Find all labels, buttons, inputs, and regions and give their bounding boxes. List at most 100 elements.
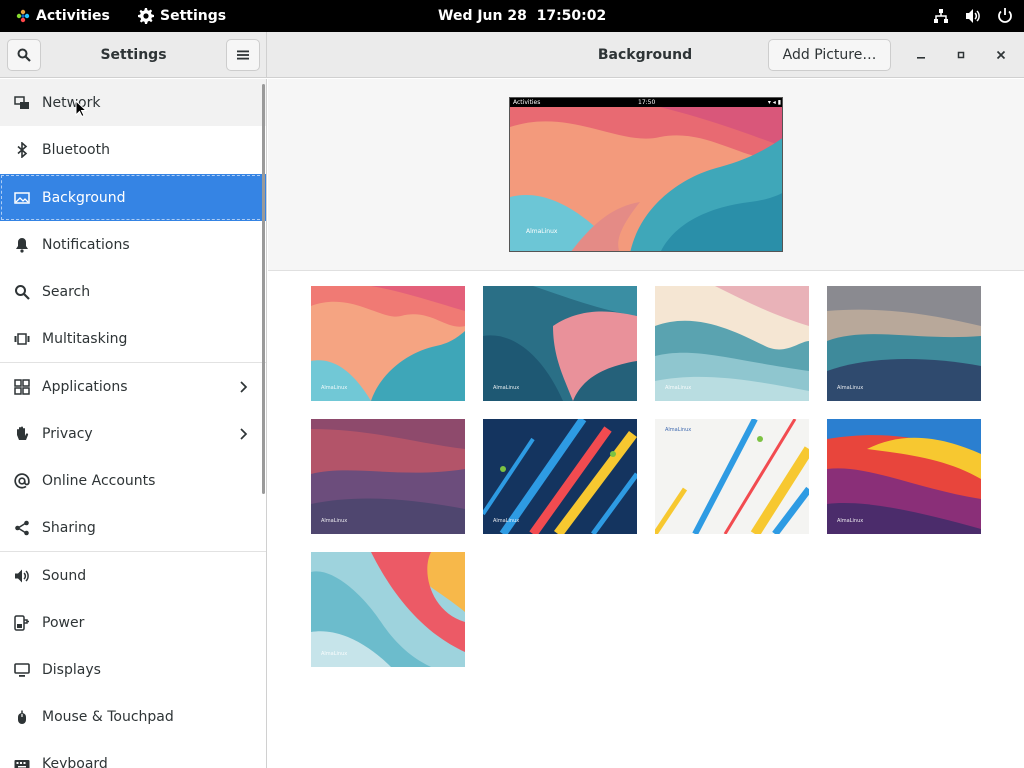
wallpaper-thumbnail[interactable]: AlmaLinux (827, 286, 981, 401)
preview-top-bar: Activities 17:50 ▾ ◂ ▮ (510, 98, 782, 107)
wallpaper-thumbnail[interactable]: AlmaLinux (827, 419, 981, 534)
app-menu[interactable]: Settings (138, 0, 226, 32)
wallpaper-thumbnail[interactable]: AlmaLinux (655, 286, 809, 401)
search-icon (13, 283, 30, 300)
wallpaper-image (311, 419, 465, 534)
power-plug-icon (13, 614, 30, 631)
wallpaper-logo-text: AlmaLinux (493, 385, 520, 391)
header-bar: Settings Background Add Picture… (0, 32, 1024, 78)
sidebar-item-label: Power (42, 614, 85, 631)
current-background-area: Activities 17:50 ▾ ◂ ▮ AlmaLinux (268, 79, 1024, 271)
sidebar-item-online-accounts[interactable]: Online Accounts (0, 457, 266, 504)
sidebar-item-label: Mouse & Touchpad (42, 708, 174, 725)
preview-tray-icons: ▾ ◂ ▮ (767, 99, 781, 106)
sidebar-scrollbar[interactable] (262, 84, 265, 494)
top-bar: Activities Settings Wed Jun 28 17:50:02 (0, 0, 1024, 32)
maximize-button[interactable] (949, 43, 973, 67)
speaker-icon (13, 567, 30, 584)
add-picture-button[interactable]: Add Picture… (768, 39, 891, 71)
mouse-icon (13, 708, 30, 725)
wallpaper-thumbnail[interactable]: AlmaLinux (655, 419, 809, 534)
keyboard-icon (13, 755, 30, 768)
wallpaper-thumbnail[interactable]: AlmaLinux (483, 286, 637, 401)
wallpaper-logo-text: AlmaLinux (665, 427, 692, 433)
sidebar-item-label: Applications (42, 378, 128, 395)
sidebar-item-mouse-touchpad[interactable]: Mouse & Touchpad (0, 693, 266, 740)
sidebar-item-label: Notifications (42, 236, 130, 253)
wallpaper-logo-text: AlmaLinux (665, 385, 692, 391)
network-wired-icon (934, 9, 948, 23)
wallpaper-thumbnail[interactable]: AlmaLinux (483, 419, 637, 534)
wallpaper-image (483, 419, 637, 534)
volume-icon (966, 9, 980, 23)
sidebar-item-multitasking[interactable]: Multitasking (0, 315, 266, 362)
settings-window: Settings Background Add Picture… Network… (0, 32, 1024, 768)
share-icon (13, 519, 30, 536)
preview-logo-text: AlmaLinux (526, 228, 558, 235)
sidebar-item-power[interactable]: Power (0, 599, 266, 646)
search-button[interactable] (7, 39, 41, 71)
wallpaper-image (483, 286, 637, 401)
wallpaper-image (827, 286, 981, 401)
clock[interactable]: Wed Jun 28 17:50:02 (438, 0, 606, 32)
wallpaper-logo-text: AlmaLinux (837, 385, 864, 391)
search-icon (17, 48, 31, 62)
maximize-icon (957, 51, 965, 59)
wallpaper-image (311, 286, 465, 401)
sidebar-item-label: Online Accounts (42, 472, 156, 489)
wallpaper-logo-text: AlmaLinux (321, 518, 348, 524)
sidebar-item-label: Keyboard (42, 755, 108, 768)
sidebar-item-privacy[interactable]: Privacy (0, 410, 266, 457)
at-icon (13, 472, 30, 489)
sidebar-item-sound[interactable]: Sound (0, 552, 266, 599)
sidebar-item-search[interactable]: Search (0, 268, 266, 315)
bell-icon (13, 236, 30, 253)
sidebar-item-notifications[interactable]: Notifications (0, 221, 266, 268)
power-icon (998, 8, 1012, 23)
primary-menu-button[interactable] (226, 39, 260, 71)
wallpaper-image (655, 419, 809, 534)
sidebar-item-keyboard[interactable]: Keyboard (0, 740, 266, 768)
wallpaper-thumbnail[interactable]: AlmaLinux (311, 419, 465, 534)
wallpaper-logo-text: AlmaLinux (493, 518, 520, 524)
wallpaper-image (311, 552, 465, 667)
wallpaper-thumbnail[interactable]: AlmaLinux (311, 552, 465, 667)
sidebar-item-label: Displays (42, 661, 101, 678)
preview-activities-label: Activities (513, 99, 541, 106)
sidebar-item-background[interactable]: Background (0, 174, 266, 221)
app-name: Settings (160, 8, 227, 24)
page-title: Background (597, 47, 693, 63)
sidebar-item-network[interactable]: Network (0, 79, 266, 126)
wallpaper-image (655, 286, 809, 401)
hamburger-menu-icon (237, 50, 249, 60)
close-button[interactable] (989, 43, 1013, 67)
sidebar-item-sharing[interactable]: Sharing (0, 504, 266, 551)
mouse-cursor-icon (75, 100, 87, 118)
gear-icon (138, 8, 154, 24)
sidebar-item-applications[interactable]: Applications (0, 363, 266, 410)
multitasking-icon (13, 330, 30, 347)
activities-button[interactable]: Activities (16, 0, 110, 32)
sidebar-item-label: Network (42, 94, 101, 111)
sidebar-item-label: Multitasking (42, 330, 128, 347)
chevron-right-icon (240, 427, 248, 440)
minimize-icon (917, 57, 925, 59)
display-icon (13, 661, 30, 678)
wallpaper-logo-text: AlmaLinux (837, 518, 864, 524)
wallpaper-thumbnail[interactable]: AlmaLinux (311, 286, 465, 401)
bluetooth-icon (13, 141, 30, 158)
preview-clock: 17:50 (638, 99, 656, 106)
system-tray[interactable] (932, 0, 1014, 32)
sidebar-item-label: Background (42, 189, 126, 206)
current-background-preview: Activities 17:50 ▾ ◂ ▮ AlmaLinux (509, 97, 783, 252)
sidebar-header: Settings (0, 32, 267, 78)
almalinux-logo-icon (16, 9, 30, 23)
sidebar-item-displays[interactable]: Displays (0, 646, 266, 693)
sidebar-item-label: Bluetooth (42, 141, 110, 158)
sidebar-item-label: Privacy (42, 425, 93, 442)
network-icon (13, 94, 30, 111)
activities-label: Activities (36, 8, 110, 24)
sidebar-item-bluetooth[interactable]: Bluetooth (0, 126, 266, 173)
wallpaper-image (827, 419, 981, 534)
minimize-button[interactable] (909, 43, 933, 67)
